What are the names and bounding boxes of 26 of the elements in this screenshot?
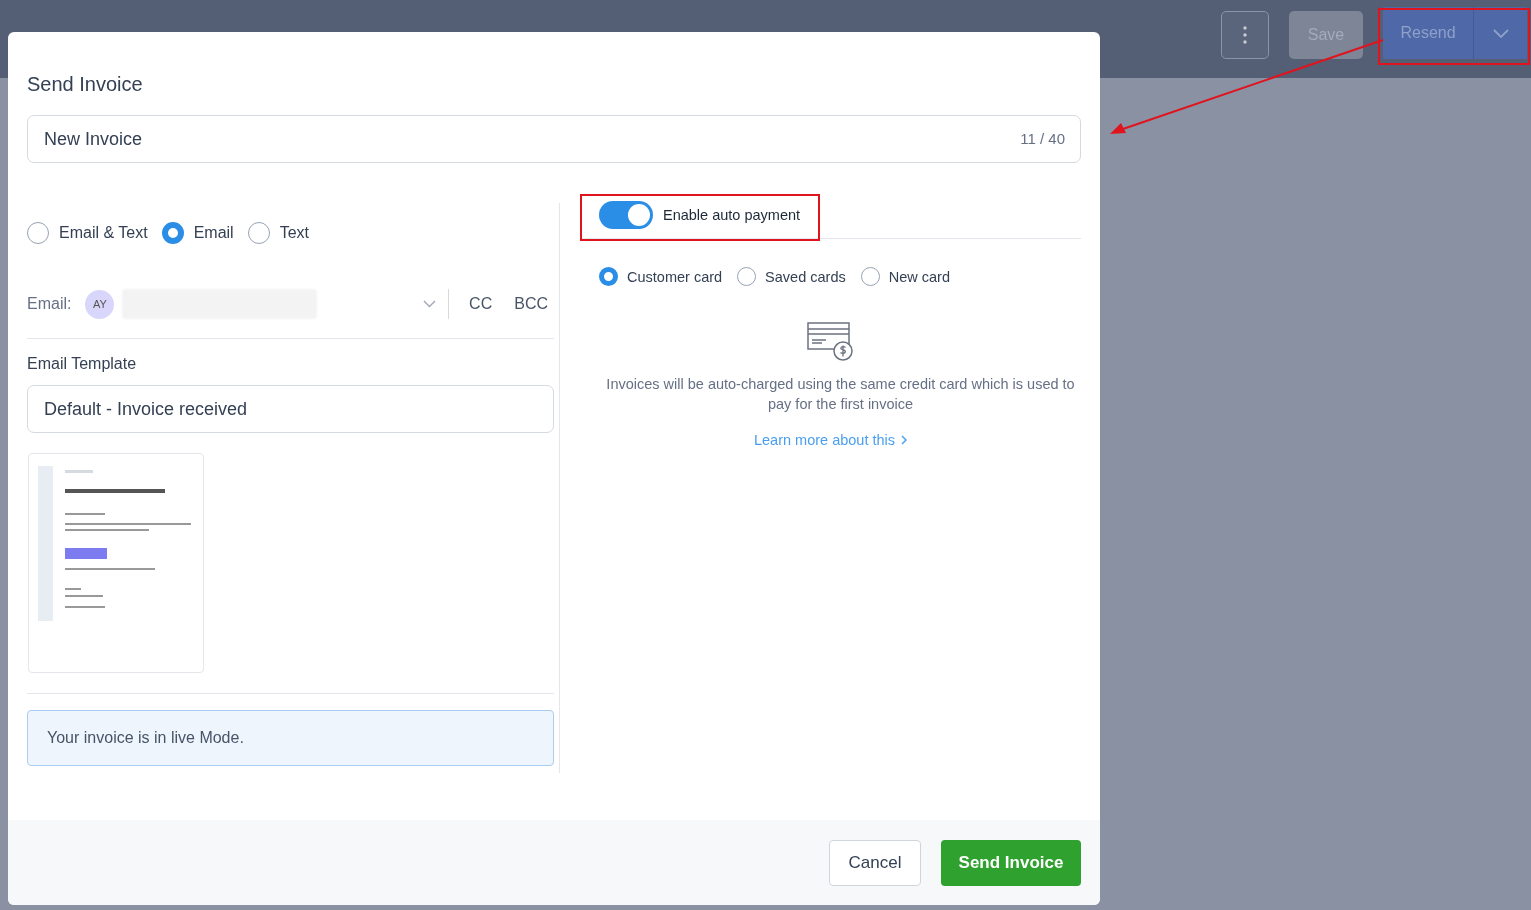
template-label: Email Template	[27, 355, 138, 373]
cc-link[interactable]: CC	[469, 295, 493, 313]
radio-option[interactable]: New card	[860, 267, 950, 286]
dialog-title: Send Invoice	[27, 72, 144, 97]
radio-option[interactable]: Email	[161, 222, 234, 244]
recipient-avatar: AY	[85, 289, 115, 319]
template-select[interactable]: Default - Invoice received	[27, 385, 554, 433]
auto-payment-label: Enable auto payment	[663, 207, 801, 223]
more-icon	[1243, 26, 1247, 44]
chevron-down-icon[interactable]	[423, 300, 437, 308]
cancel-button[interactable]: Cancel	[829, 839, 921, 886]
live-mode-notice: Your invoice is in live Mode.	[27, 710, 554, 766]
radio-option[interactable]: Saved cards	[737, 267, 846, 286]
email-label: Email:	[27, 295, 72, 313]
character-counter: 11 / 40	[1020, 130, 1065, 147]
radio-option[interactable]: Customer card	[599, 267, 723, 286]
chevron-down-icon	[1492, 28, 1509, 38]
card-payment-icon	[806, 322, 855, 362]
auto-charge-description: Invoices will be auto-charged using the same credit card which is used to pay for the first invoice	[605, 375, 1076, 414]
bcc-link[interactable]: BCC	[514, 295, 548, 313]
more-button[interactable]	[1221, 11, 1269, 59]
radio-option[interactable]: Text	[247, 222, 309, 244]
auto-payment-toggle[interactable]	[599, 201, 653, 229]
chevron-right-icon	[901, 435, 908, 445]
invoice-name-field[interactable]: New Invoice 11 / 40	[27, 115, 1081, 163]
radio-option[interactable]: Email & Text	[27, 222, 148, 244]
